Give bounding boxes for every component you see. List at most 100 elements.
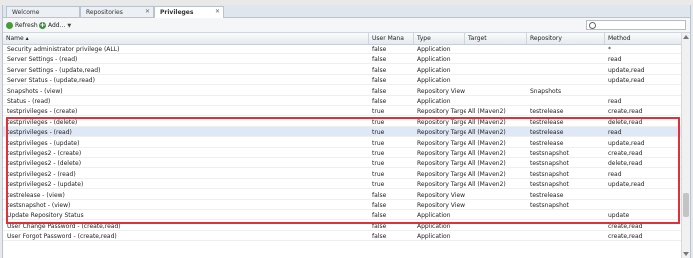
cell-repository: testrelease: [530, 108, 564, 116]
search-box[interactable]: [586, 20, 686, 30]
refresh-label: Refresh: [15, 22, 38, 29]
refresh-button[interactable]: Refresh: [6, 21, 38, 30]
cell-repository: testsnapshot: [530, 170, 569, 178]
cell-user-managed: false: [372, 212, 387, 220]
close-icon[interactable]: ✕: [215, 8, 220, 15]
column-header-method-label: Method: [608, 35, 631, 42]
cell-user-managed: true: [372, 108, 385, 116]
cell-name: Snapshots - (view): [7, 87, 63, 95]
cell-type: Application: [417, 222, 451, 230]
cell-user-managed: true: [372, 139, 385, 147]
table-row[interactable]: Server Status - (update,read) false Applic…: [3, 75, 682, 86]
table-row[interactable]: testrelease - (view) false Repository View…: [3, 190, 682, 200]
scroll-up-icon[interactable]: [683, 35, 689, 39]
tab-repositories[interactable]: Repositories ✕: [80, 6, 154, 17]
cell-method: create,read: [608, 150, 643, 157]
table-row[interactable]: testprivileges - (delete) true Repository …: [3, 117, 682, 127]
cell-type: Repository Target: [417, 129, 466, 137]
cell-user-managed: true: [372, 170, 385, 178]
cell-method: delete,read: [608, 160, 643, 168]
cell-method: read: [608, 170, 622, 178]
cell-user-managed: false: [372, 77, 387, 85]
cell-target: All (Maven2): [468, 160, 506, 168]
cell-user-managed: false: [372, 222, 387, 230]
table-row[interactable]: testsnapshot - (view) false Repository Vie…: [3, 200, 682, 210]
tab-strip: Welcome Repositories ✕ Privileges ✕: [3, 5, 690, 18]
column-header-repository[interactable]: Repository: [527, 33, 605, 44]
column-header-user-managed[interactable]: User Mana: [369, 33, 414, 44]
cell-name: Server Settings - (update,read): [7, 66, 101, 74]
cell-user-managed: true: [372, 150, 385, 157]
add-label: Add...: [48, 22, 66, 29]
table-row[interactable]: Security administrator privilege (ALL) fa…: [3, 44, 682, 54]
tab-welcome[interactable]: Welcome: [6, 6, 80, 17]
tab-privileges[interactable]: Privileges ✕: [154, 6, 224, 18]
cell-method: *: [608, 46, 611, 53]
refresh-icon: [6, 22, 13, 29]
column-header-method[interactable]: Method: [605, 33, 682, 44]
table-row[interactable]: testprivileges - (update) true Repository …: [3, 138, 682, 148]
cell-type: Application: [417, 212, 451, 220]
cell-name: Server Status - (update,read): [7, 77, 95, 85]
cell-method: create,read: [608, 233, 643, 241]
cell-method: update: [608, 212, 630, 220]
cell-name: testprivileges2 - (read): [7, 170, 76, 178]
column-header-target[interactable]: Target: [465, 33, 527, 44]
close-icon[interactable]: ✕: [145, 8, 150, 15]
cell-repository: testrelease: [530, 129, 564, 137]
cell-method: update,read: [608, 139, 645, 147]
column-header-repository-label: Repository: [530, 35, 562, 42]
table-row[interactable]: testprivileges - (read) true Repository Ta…: [3, 127, 682, 138]
cell-type: Application: [417, 77, 451, 85]
column-header-type-label: Type: [417, 35, 431, 42]
table-row[interactable]: testprivileges2 - (delete) true Repository…: [3, 158, 682, 169]
tab-welcome-label: Welcome: [12, 9, 40, 16]
cell-type: Repository Target: [417, 150, 466, 157]
cell-type: Application: [417, 66, 451, 74]
table-row[interactable]: User Forgot Password - (create,read) fals…: [3, 231, 682, 242]
table-row[interactable]: Server Settings - (read) false Application…: [3, 54, 682, 65]
cell-repository: Snapshots: [530, 87, 562, 95]
cell-target: All (Maven2): [468, 139, 506, 147]
cell-name: testprivileges2 - (update): [7, 181, 84, 189]
column-header-type[interactable]: Type: [414, 33, 465, 44]
privileges-panel: Welcome Repositories ✕ Privileges ✕ Refr…: [2, 5, 691, 258]
table-row[interactable]: testprivileges2 - (read) true Repository T…: [3, 169, 682, 179]
table-row[interactable]: Snapshots - (view) false Repository View Sn…: [3, 86, 682, 96]
cell-method: create,read: [608, 222, 643, 230]
column-header-user-managed-label: User Mana: [372, 35, 404, 42]
table-row[interactable]: Update Repository Status false Application…: [3, 210, 682, 221]
search-input[interactable]: [596, 21, 678, 29]
cell-type: Repository View: [417, 202, 466, 209]
add-button[interactable]: + Add... ▼: [39, 21, 71, 30]
cell-target: All (Maven2): [468, 108, 506, 116]
cell-name: testrelease - (view): [7, 191, 65, 199]
cell-type: Application: [417, 46, 451, 53]
cell-type: Repository Target: [417, 181, 466, 189]
cell-user-managed: false: [372, 56, 387, 64]
cell-repository: testrelease: [530, 118, 564, 126]
cell-name: Server Settings - (read): [7, 56, 78, 64]
table-row[interactable]: User Change Password - (create,read) fals…: [3, 221, 682, 231]
cell-repository: testsnapshot: [530, 160, 569, 168]
toolbar: Refresh + Add... ▼: [3, 18, 690, 33]
cell-type: Repository Target: [417, 170, 466, 178]
scroll-down-icon[interactable]: [683, 252, 689, 256]
cell-type: Repository Target: [417, 118, 466, 126]
cell-type: Repository View: [417, 191, 466, 199]
column-header-name[interactable]: Name ▴: [3, 33, 369, 44]
table-row[interactable]: testprivileges2 - (update) true Repository…: [3, 179, 682, 190]
vertical-scrollbar[interactable]: [681, 33, 690, 258]
cell-target: All (Maven2): [468, 150, 506, 157]
sort-ascending-icon: ▴: [25, 35, 29, 42]
table-row[interactable]: Server Settings - (update,read) false Appl…: [3, 65, 682, 75]
scrollbar-thumb[interactable]: [683, 193, 689, 217]
table-row[interactable]: testprivileges - (create) true Repository …: [3, 106, 682, 117]
cell-method: update,read: [608, 66, 645, 74]
cell-user-managed: false: [372, 233, 387, 241]
table-row[interactable]: testprivileges2 - (create) true Repository…: [3, 148, 682, 158]
table-row[interactable]: Status - (read) false Application read: [3, 96, 682, 106]
cell-method: create,read: [608, 108, 643, 116]
cell-name: testprivileges - (delete): [7, 118, 78, 126]
cell-user-managed: false: [372, 66, 387, 74]
